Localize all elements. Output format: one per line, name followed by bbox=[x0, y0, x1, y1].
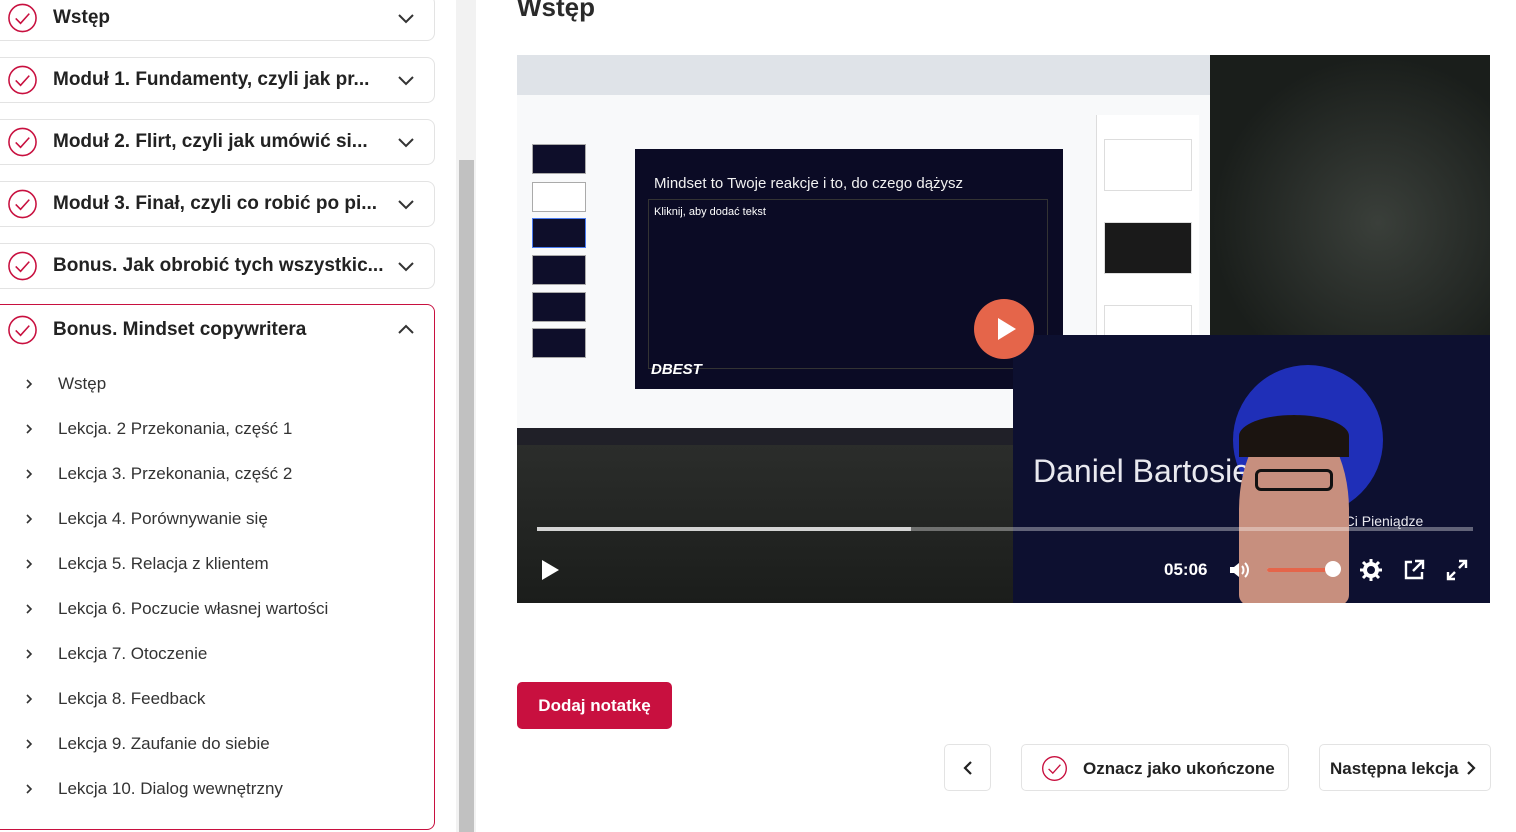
course-sidebar: Wstęp Moduł 1. Fundamenty, czyli jak pr.… bbox=[0, 0, 446, 832]
chevron-right-icon bbox=[26, 604, 33, 614]
module-3[interactable]: Moduł 3. Finał, czyli co robić po pi... bbox=[0, 181, 435, 227]
progress-fill bbox=[537, 527, 912, 531]
slide-title: Mindset to Twoje reakcje i to, do czego … bbox=[654, 175, 964, 192]
volume-knob[interactable] bbox=[1325, 561, 1341, 577]
lesson-label: Lekcja 5. Relacja z klientem bbox=[58, 554, 269, 573]
themes-panel bbox=[1096, 115, 1199, 357]
check-circle-icon bbox=[8, 315, 37, 345]
module-label: Bonus. Jak obrobić tych wszystkic... bbox=[53, 255, 384, 276]
mark-complete-button[interactable]: Oznacz jako ukończone bbox=[1021, 744, 1289, 791]
volume-fill bbox=[1267, 568, 1329, 572]
module-label: Moduł 2. Flirt, czyli jak umówić si... bbox=[53, 131, 368, 152]
next-lesson-button[interactable]: Następna lekcja bbox=[1319, 744, 1491, 791]
check-circle-icon bbox=[8, 65, 37, 95]
lesson-title: Wstęp bbox=[517, 0, 595, 22]
lesson-label: Lekcja. 2 Przekonania, część 1 bbox=[58, 419, 293, 438]
module-label: Wstęp bbox=[53, 7, 110, 28]
lesson-item[interactable]: Lekcja 4. Porównywanie się bbox=[0, 504, 420, 534]
lesson-label: Lekcja 10. Dialog wewnętrzny bbox=[58, 779, 283, 798]
chevron-right-icon bbox=[26, 784, 33, 794]
next-lesson-label: Następna lekcja bbox=[1330, 759, 1459, 778]
previous-lesson-button[interactable] bbox=[944, 744, 991, 791]
chevron-down-icon[interactable] bbox=[396, 256, 416, 276]
lesson-item[interactable]: Lekcja 7. Otoczenie bbox=[0, 639, 420, 669]
module-bonus-mindset: Bonus. Mindset copywritera Wstęp Lekcja.… bbox=[0, 304, 435, 830]
lesson-label: Lekcja 3. Przekonania, część 2 bbox=[58, 464, 293, 483]
lesson-label: Lekcja 8. Feedback bbox=[58, 689, 206, 708]
module-bonus-1[interactable]: Bonus. Jak obrobić tych wszystkic... bbox=[0, 243, 435, 289]
lesson-item[interactable]: Lekcja 6. Poczucie własnej wartości bbox=[0, 594, 420, 624]
module-intro[interactable]: Wstęp bbox=[0, 0, 435, 41]
sidebar-scrollbar-thumb[interactable] bbox=[459, 160, 474, 832]
chevron-right-icon bbox=[26, 739, 33, 749]
lesson-item[interactable]: Lekcja 9. Zaufanie do siebie bbox=[0, 729, 420, 759]
module-label: Moduł 1. Fundamenty, czyli jak pr... bbox=[53, 69, 370, 90]
check-circle-icon bbox=[8, 189, 37, 219]
chevron-right-icon bbox=[26, 424, 33, 434]
slide-placeholder: Kliknij, aby dodać tekst bbox=[654, 206, 766, 218]
check-circle-icon bbox=[8, 251, 37, 281]
lesson-label: Lekcja 6. Poczucie własnej wartości bbox=[58, 599, 329, 618]
slide-logo: DBEST bbox=[651, 361, 702, 378]
lesson-item[interactable]: Lekcja. 2 Przekonania, część 1 bbox=[0, 414, 420, 444]
chevron-up-icon[interactable] bbox=[396, 320, 416, 340]
lesson-item[interactable]: Lekcja 8. Feedback bbox=[0, 684, 420, 714]
play-icon[interactable] bbox=[539, 558, 561, 582]
video-player[interactable]: Mindset to Twoje reakcje i to, do czego … bbox=[517, 55, 1490, 603]
lesson-label: Lekcja 7. Otoczenie bbox=[58, 644, 208, 663]
chevron-right-icon bbox=[26, 469, 33, 479]
module-header[interactable]: Bonus. Mindset copywritera bbox=[0, 305, 434, 355]
module-label: Bonus. Mindset copywritera bbox=[53, 319, 307, 340]
lesson-label: Wstęp bbox=[58, 374, 107, 393]
chevron-down-icon[interactable] bbox=[396, 132, 416, 152]
big-play-button[interactable] bbox=[974, 299, 1034, 359]
lesson-label: Lekcja 4. Porównywanie się bbox=[58, 509, 268, 528]
chevron-down-icon[interactable] bbox=[396, 70, 416, 90]
lesson-item[interactable]: Lekcja 10. Dialog wewnętrzny bbox=[0, 774, 420, 804]
slide-thumbnails bbox=[527, 100, 592, 370]
mark-complete-label: Oznacz jako ukończone bbox=[1083, 759, 1275, 778]
time-display: 05:06 bbox=[1164, 560, 1208, 579]
taskbar bbox=[517, 428, 1013, 445]
background-plant bbox=[1210, 55, 1490, 335]
volume-icon[interactable] bbox=[1227, 558, 1251, 582]
progress-bar[interactable] bbox=[537, 527, 1473, 531]
chevron-right-icon bbox=[26, 649, 33, 659]
check-circle-icon bbox=[8, 127, 37, 157]
chevron-right-icon bbox=[26, 514, 33, 524]
lesson-item[interactable]: Lekcja 5. Relacja z klientem bbox=[0, 549, 420, 579]
external-link-icon[interactable] bbox=[1402, 558, 1426, 582]
lesson-item[interactable]: Lekcja 3. Przekonania, część 2 bbox=[0, 459, 420, 489]
module-label: Moduł 3. Finał, czyli co robić po pi... bbox=[53, 193, 378, 214]
chevron-right-icon bbox=[26, 559, 33, 569]
chevron-down-icon[interactable] bbox=[396, 194, 416, 214]
module-2[interactable]: Moduł 2. Flirt, czyli jak umówić si... bbox=[0, 119, 435, 165]
course-page: Wstęp Moduł 1. Fundamenty, czyli jak pr.… bbox=[0, 0, 1516, 832]
chevron-right-icon bbox=[1467, 761, 1476, 775]
lesson-label: Lekcja 9. Zaufanie do siebie bbox=[58, 734, 270, 753]
add-note-button[interactable]: Dodaj notatkę bbox=[517, 682, 672, 729]
lesson-item[interactable]: Wstęp bbox=[0, 369, 420, 399]
background-room bbox=[517, 445, 1013, 603]
module-1[interactable]: Moduł 1. Fundamenty, czyli jak pr... bbox=[0, 57, 435, 103]
chevron-right-icon bbox=[26, 694, 33, 704]
check-circle-icon bbox=[8, 3, 37, 33]
browser-chrome bbox=[517, 55, 1210, 95]
chevron-left-icon bbox=[962, 760, 972, 775]
settings-gear-icon[interactable] bbox=[1359, 558, 1383, 582]
fullscreen-icon[interactable] bbox=[1445, 558, 1469, 582]
chevron-right-icon bbox=[26, 379, 33, 389]
chevron-down-icon[interactable] bbox=[396, 8, 416, 28]
check-circle-icon bbox=[1042, 756, 1067, 781]
